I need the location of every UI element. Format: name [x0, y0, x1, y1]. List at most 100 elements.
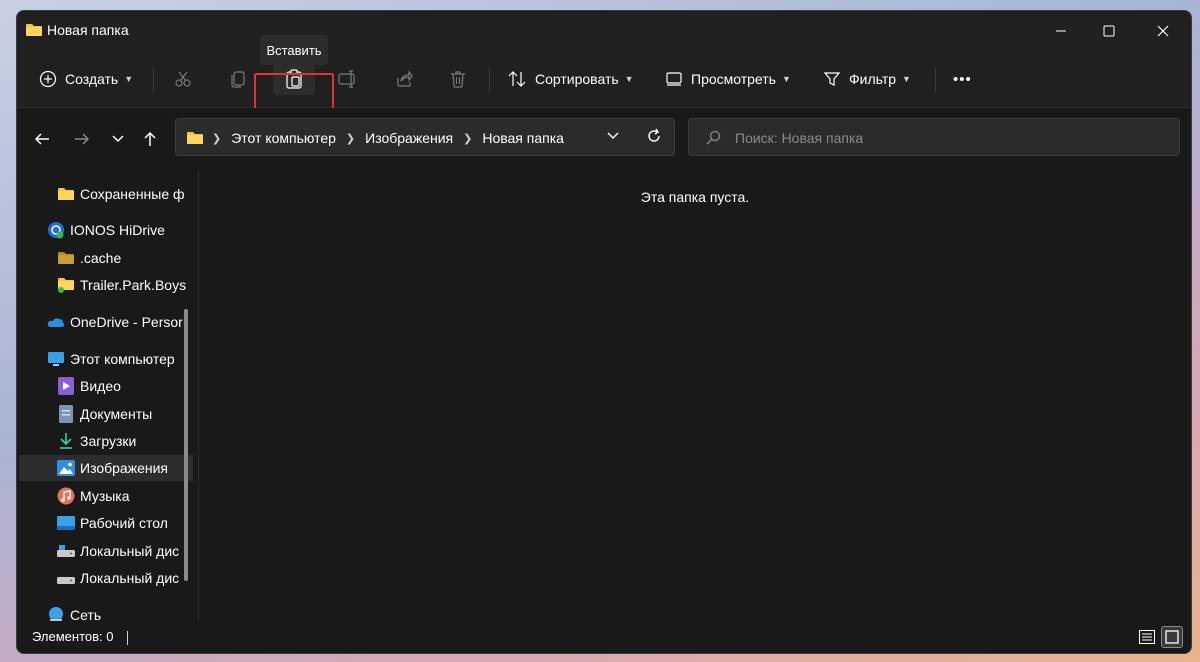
folder-icon: [57, 185, 75, 203]
close-button[interactable]: [1137, 11, 1189, 51]
minimize-button[interactable]: [1035, 11, 1087, 51]
folder-icon: [57, 276, 75, 294]
chevron-down-icon: ▼: [781, 74, 791, 84]
address-dropdown-icon[interactable]: [606, 129, 620, 143]
forward-button[interactable]: [65, 122, 99, 156]
folder-icon: [57, 249, 75, 267]
breadcrumb-pictures[interactable]: Изображения: [365, 130, 453, 146]
create-button[interactable]: Создать ▼: [39, 63, 133, 95]
sort-label: Сортировать: [535, 71, 619, 87]
sidebar-item-desktop[interactable]: Рабочий стол: [19, 510, 193, 536]
navigation-pane: Сохраненные ф IONOS HiDrive .cache Trail…: [17, 169, 193, 621]
delete-button[interactable]: [437, 63, 479, 95]
share-button[interactable]: [383, 63, 425, 95]
breadcrumb-new-folder[interactable]: Новая папка: [482, 130, 564, 146]
more-icon: •••: [953, 70, 972, 88]
sidebar-item-videos[interactable]: Видео: [19, 373, 193, 399]
chevron-down-icon: ▼: [624, 74, 634, 84]
sidebar-item-label: Локальный дис: [80, 570, 180, 586]
sidebar-item-onedrive[interactable]: OneDrive - Persor: [19, 309, 193, 335]
search-input[interactable]: Поиск: Новая папка: [735, 130, 863, 146]
arrow-left-icon: [34, 133, 49, 145]
view-icon: [666, 72, 682, 86]
sidebar-item-trailer-park-boys[interactable]: Trailer.Park.Boys: [19, 272, 193, 298]
sidebar-item-label: Trailer.Park.Boys: [80, 277, 187, 293]
filter-label: Фильтр: [849, 71, 897, 87]
drive-icon: [57, 542, 75, 560]
chevron-right-icon: ❯: [345, 132, 356, 145]
download-icon: [57, 432, 75, 450]
sidebar-item-cache[interactable]: .cache: [19, 245, 193, 271]
item-count: Элементов: 0: [32, 629, 114, 644]
sidebar-item-label: .cache: [80, 250, 122, 266]
back-button[interactable]: [25, 122, 59, 156]
status-divider: [127, 631, 128, 645]
sidebar-item-downloads[interactable]: Загрузки: [19, 428, 193, 454]
sort-button[interactable]: Сортировать ▼: [507, 63, 634, 95]
plus-circle-icon: [39, 70, 57, 88]
sidebar-item-pictures[interactable]: Изображения: [19, 455, 193, 481]
sidebar-item-local-disk-2[interactable]: Локальный дис: [19, 565, 193, 591]
folder-icon: [26, 24, 42, 36]
filter-button[interactable]: Фильтр ▼: [823, 63, 911, 95]
arrow-up-icon: [144, 131, 156, 146]
chevron-down-icon: ▼: [124, 74, 134, 84]
sidebar-item-music[interactable]: Музыка: [19, 483, 193, 509]
copy-button[interactable]: [217, 63, 259, 95]
sidebar-item-label: Локальный дис: [80, 543, 180, 559]
details-view-icon: [1139, 630, 1155, 644]
share-icon: [397, 70, 413, 87]
sidebar-item-label: Музыка: [80, 488, 130, 504]
onedrive-icon: [47, 313, 65, 331]
navigation-bar: ❯ Этот компьютер ❯ Изображения ❯ Новая п…: [17, 108, 1191, 168]
maximize-icon: [1103, 25, 1115, 37]
chevron-down-icon: [112, 135, 124, 143]
recent-locations-button[interactable]: [101, 122, 135, 156]
tiles-view-icon: [1165, 630, 1179, 644]
search-box[interactable]: Поиск: Новая папка: [688, 118, 1180, 156]
refresh-icon[interactable]: [646, 128, 662, 144]
title-bar: Новая папка: [17, 11, 1191, 53]
details-view-button[interactable]: [1136, 626, 1158, 648]
sidebar-item-saved[interactable]: Сохраненные ф: [19, 181, 193, 207]
file-list-area[interactable]: Эта папка пуста.: [199, 169, 1191, 621]
paste-tooltip: Вставить: [260, 35, 328, 65]
view-label: Просмотреть: [691, 71, 776, 87]
rename-icon: [338, 70, 355, 88]
toolbar-divider: [153, 67, 154, 93]
sort-icon: [508, 71, 526, 87]
breadcrumb: ❯ Этот компьютер ❯ Изображения ❯ Новая п…: [212, 130, 564, 146]
command-bar: Создать ▼ Сортировать ▼ Просмотреть ▼ Фи…: [17, 53, 1191, 143]
more-options-button[interactable]: •••: [953, 63, 972, 95]
chevron-right-icon: ❯: [463, 132, 473, 145]
sidebar-item-label: Сеть: [70, 607, 102, 621]
sidebar-item-label: OneDrive - Persor: [70, 314, 183, 330]
file-explorer-window: Новая папка Создать ▼ Сортировать ▼ Прос…: [16, 10, 1192, 654]
address-bar[interactable]: ❯ Этот компьютер ❯ Изображения ❯ Новая п…: [175, 118, 675, 156]
video-icon: [57, 377, 75, 395]
sidebar-item-network[interactable]: Сеть: [19, 602, 193, 621]
sidebar-item-label: Видео: [80, 378, 121, 394]
up-button[interactable]: [133, 122, 167, 156]
cut-button[interactable]: [162, 63, 204, 95]
maximize-button[interactable]: [1083, 11, 1135, 51]
sidebar-item-ionos-hidrive[interactable]: IONOS HiDrive: [19, 217, 193, 243]
desktop-icon: [57, 514, 75, 532]
empty-folder-message: Эта папка пуста.: [640, 189, 750, 205]
tiles-view-button[interactable]: [1161, 626, 1183, 648]
close-icon: [1157, 25, 1169, 37]
chevron-down-icon: ▼: [902, 74, 911, 84]
sidebar-scrollbar[interactable]: [184, 309, 188, 581]
toolbar-divider: [935, 67, 936, 93]
drive-icon: [57, 569, 75, 587]
sidebar-item-label: Документы: [80, 406, 153, 422]
sidebar-item-this-pc[interactable]: Этот компьютер: [19, 346, 193, 372]
sidebar-item-label: Этот компьютер: [70, 351, 175, 367]
breadcrumb-this-pc[interactable]: Этот компьютер: [231, 130, 336, 146]
trash-icon: [451, 71, 465, 88]
view-button[interactable]: Просмотреть ▼: [665, 63, 791, 95]
network-icon: [47, 606, 65, 621]
sidebar-item-local-disk-1[interactable]: Локальный дис: [19, 538, 193, 564]
sidebar-item-documents[interactable]: Документы: [19, 401, 193, 427]
arrow-right-icon: [75, 133, 90, 145]
